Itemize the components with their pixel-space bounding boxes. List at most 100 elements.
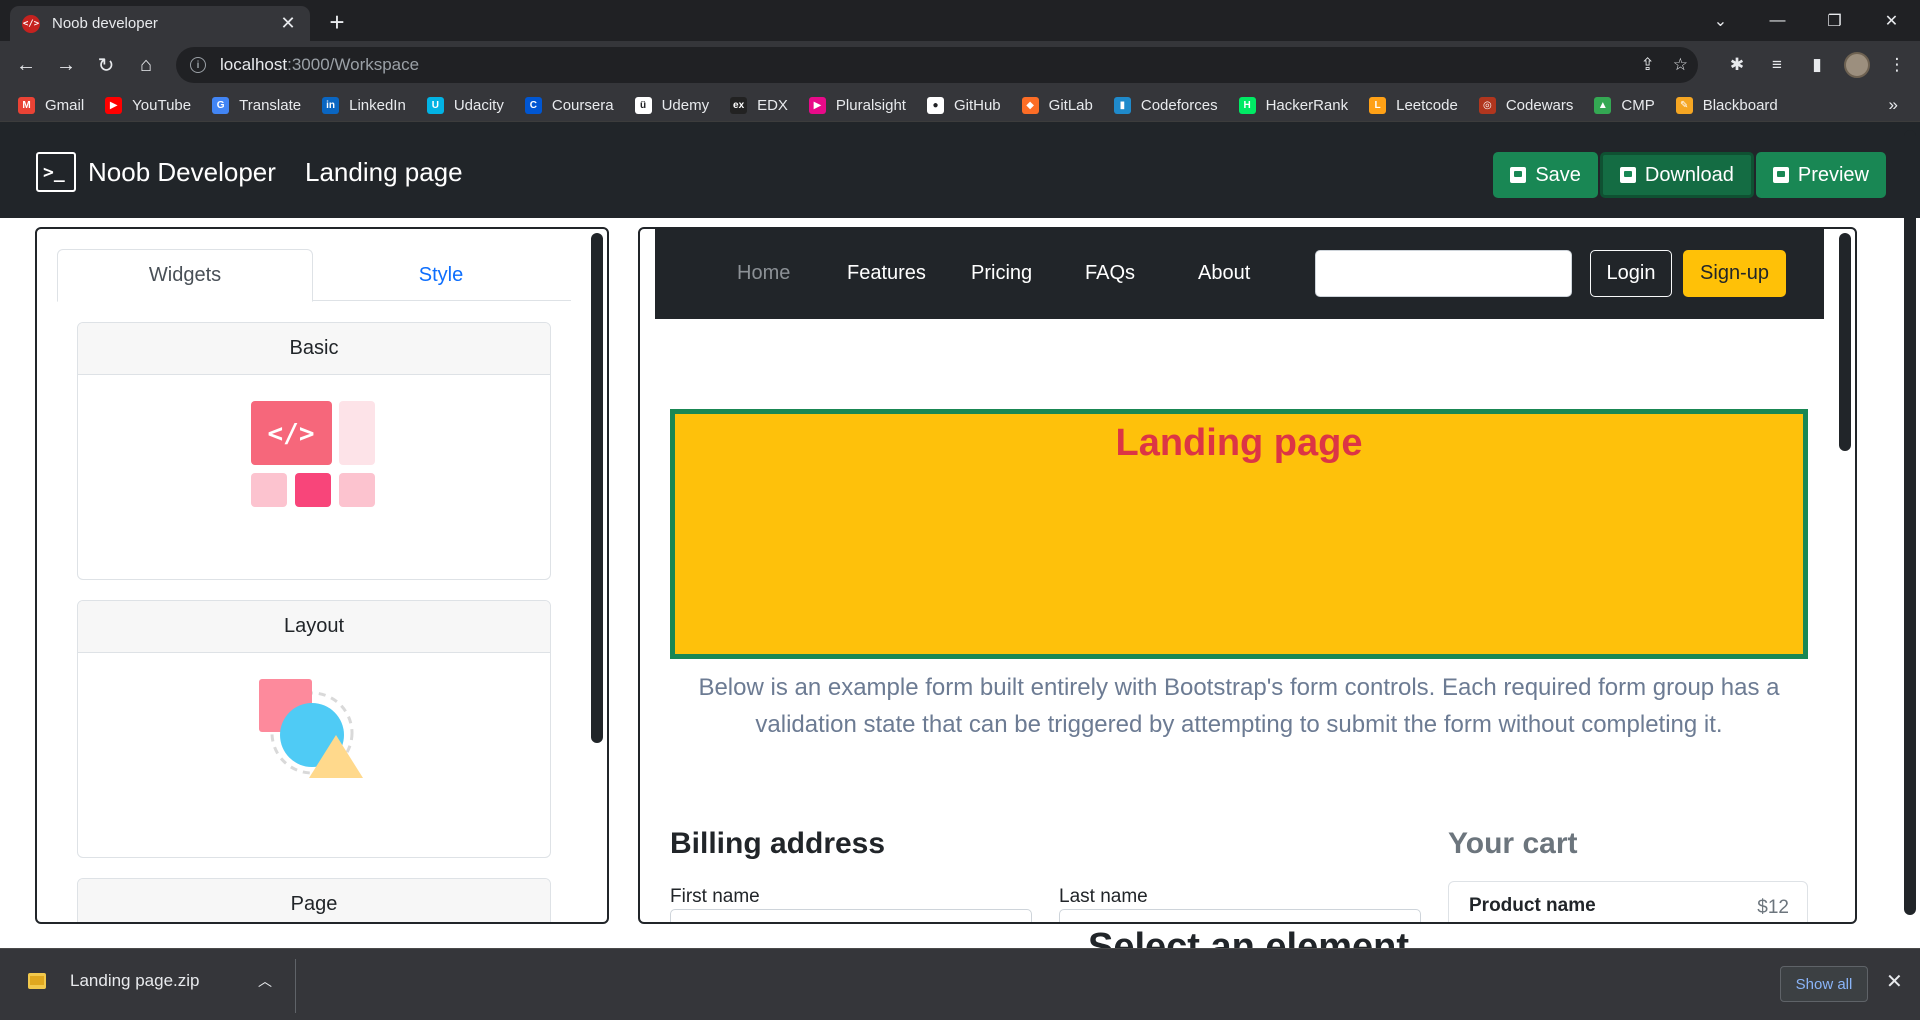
card-title-layout: Layout — [78, 601, 550, 653]
bookmark-label: CMP — [1621, 96, 1655, 114]
forward-icon[interactable]: → — [46, 45, 86, 85]
tab-style[interactable]: Style — [313, 249, 569, 301]
bookmark-label: Leetcode — [1396, 96, 1458, 114]
nav-faqs[interactable]: FAQs — [1085, 262, 1135, 285]
billing-title: Billing address — [670, 827, 886, 860]
bookmark-label: Translate — [239, 96, 302, 114]
back-icon[interactable]: ← — [6, 45, 46, 85]
bookmarks-bar: M Gmail ▶ YouTube G Translate in LinkedIn U Udaci… — [0, 89, 1920, 122]
widget-card-basic[interactable]: Basic </> — [77, 322, 551, 580]
tab-search-icon[interactable]: ⌄ — [1692, 0, 1749, 41]
bookmark-cmp[interactable]: ▲ CMP — [1594, 96, 1655, 114]
bookmark-coursera[interactable]: C Coursera — [524, 96, 614, 114]
bookmark-label: EDX — [757, 96, 788, 114]
bookmark-youtube[interactable]: ▶ YouTube — [105, 96, 191, 114]
nav-features[interactable]: Features — [847, 262, 926, 285]
bookmark-edx[interactable]: ex EDX — [730, 96, 788, 114]
last-name-label: Last name — [1059, 886, 1148, 907]
browser-tabstrip: </> Noob developer ✕ + ⌄ — ❐ ✕ — [0, 0, 1920, 41]
nav-about[interactable]: About — [1198, 262, 1250, 285]
minimize-icon[interactable]: — — [1749, 0, 1806, 41]
show-all-button[interactable]: Show all — [1780, 966, 1868, 1002]
widget-card-layout[interactable]: Layout — [77, 600, 551, 858]
github-icon: ● — [926, 96, 944, 114]
bookmark-linkedin[interactable]: in LinkedIn — [322, 96, 406, 114]
last-name-input[interactable] — [1059, 909, 1421, 922]
panel-scrollbar[interactable] — [591, 233, 603, 743]
bookmark-pluralsight[interactable]: ▶ Pluralsight — [808, 96, 906, 114]
preview-search-input[interactable] — [1315, 250, 1572, 297]
bookmark-codewars[interactable]: ◎ Codewars — [1478, 96, 1573, 114]
page-scrollbar[interactable] — [1900, 127, 1920, 947]
bookmark-codeforces[interactable]: ▮ Codeforces — [1113, 96, 1218, 114]
download-icon — [1619, 167, 1636, 183]
extensions-icon[interactable]: ✱ — [1724, 52, 1750, 78]
bookmark-leetcode[interactable]: L Leetcode — [1369, 96, 1458, 114]
first-name-input[interactable] — [670, 909, 1032, 922]
reload-icon[interactable]: ↻ — [86, 45, 126, 85]
layout-shapes-icon — [259, 679, 363, 778]
bookmark-gitlab[interactable]: ◆ GitLab — [1021, 96, 1093, 114]
bookmark-github[interactable]: ● GitHub — [926, 96, 1001, 114]
download-label: Download — [1644, 163, 1734, 186]
card-title-page: Page — [78, 879, 550, 922]
tab-close-icon[interactable]: ✕ — [278, 13, 298, 34]
google-drive-icon: ▲ — [1594, 96, 1612, 114]
share-icon[interactable]: ⇪ — [1641, 55, 1655, 75]
address-bar[interactable]: i localhost:3000/Workspace ⇪ ☆ — [176, 47, 1698, 83]
bookmark-label: Udacity — [453, 96, 504, 114]
bookmark-gmail[interactable]: M Gmail — [18, 96, 84, 114]
bookmark-label: GitLab — [1048, 96, 1093, 114]
brand[interactable]: >_ Noob Developer — [36, 152, 276, 192]
signup-button[interactable]: Sign-up — [1683, 250, 1786, 297]
bookmark-star-icon[interactable]: ☆ — [1673, 55, 1688, 75]
widget-card-page[interactable]: Page — [77, 878, 551, 922]
bookmark-udemy[interactable]: ü Udemy — [634, 96, 709, 114]
card-title-basic: Basic — [78, 323, 550, 375]
restore-icon[interactable]: ❐ — [1806, 0, 1863, 41]
new-tab-icon[interactable]: + — [322, 8, 352, 38]
login-button[interactable]: Login — [1590, 250, 1672, 297]
tab-title: Noob developer — [52, 15, 158, 32]
media-queue-icon[interactable]: ≡ — [1764, 52, 1790, 78]
preview-scrollbar[interactable] — [1839, 233, 1851, 451]
browser-menu-icon[interactable]: ⋮ — [1884, 52, 1910, 78]
side-panel-icon[interactable]: ▮ — [1804, 52, 1830, 78]
youtube-icon: ▶ — [105, 96, 123, 114]
browser-tab[interactable]: </> Noob developer ✕ — [10, 6, 310, 41]
browser-toolbar: ← → ↻ ⌂ i localhost:3000/Workspace ⇪ ☆ ✱… — [0, 41, 1920, 89]
download-button[interactable]: Download — [1599, 152, 1754, 198]
preview-navbar[interactable]: Home Features Pricing FAQs About Login S… — [655, 229, 1824, 319]
save-button[interactable]: Save — [1493, 152, 1598, 198]
shelf-close-icon[interactable]: ✕ — [1886, 969, 1903, 994]
url-path: :3000/Workspace — [287, 55, 420, 74]
shelf-divider — [295, 959, 296, 1013]
cart-item-price: $12 — [1757, 897, 1789, 918]
more-bookmarks-icon[interactable]: » — [1889, 95, 1898, 115]
page-scrollbar-thumb[interactable] — [1904, 130, 1916, 915]
bookmark-label: Blackboard — [1702, 96, 1778, 114]
site-info-icon[interactable]: i — [190, 57, 206, 73]
home-icon[interactable]: ⌂ — [126, 45, 166, 85]
download-item[interactable]: Landing page.zip — [28, 971, 200, 991]
hero-section[interactable]: Landing page — [670, 409, 1808, 659]
blackboard-icon: ✎ — [1675, 96, 1693, 114]
preview-button[interactable]: Preview — [1755, 152, 1886, 198]
zip-file-icon — [28, 973, 46, 989]
gitlab-icon: ◆ — [1021, 96, 1039, 114]
chevron-up-icon[interactable]: ︿ — [258, 971, 272, 991]
udacity-icon: U — [426, 96, 444, 114]
terminal-logo-icon: >_ — [36, 152, 76, 192]
bookmark-hackerrank[interactable]: H HackerRank — [1238, 96, 1348, 114]
window-close-icon[interactable]: ✕ — [1863, 0, 1920, 41]
bookmark-translate[interactable]: G Translate — [212, 96, 302, 114]
panel-tabs: Widgets Style — [57, 249, 571, 302]
download-shelf: Landing page.zip ︿ Show all ✕ — [0, 948, 1920, 1020]
tab-widgets[interactable]: Widgets — [57, 249, 313, 302]
nav-pricing[interactable]: Pricing — [971, 262, 1032, 285]
profile-avatar[interactable] — [1844, 52, 1870, 78]
bookmark-blackboard[interactable]: ✎ Blackboard — [1675, 96, 1778, 114]
nav-home[interactable]: Home — [737, 262, 790, 285]
bookmark-udacity[interactable]: U Udacity — [426, 96, 504, 114]
translate-icon: G — [212, 96, 230, 114]
